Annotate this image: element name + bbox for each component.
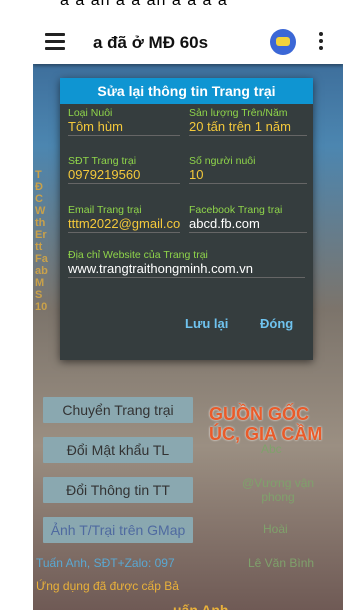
field-label: Số người nuôi (189, 155, 256, 167)
change-farm-info-button[interactable]: Đổi Thông tin TT (43, 477, 193, 503)
ticker-text: Tuấn Anh, SĐT+Zalo: 097 (36, 556, 175, 570)
email-field[interactable]: Email Trang trại tttm2022@gmail.com (68, 204, 180, 233)
more-options-icon[interactable] (317, 32, 325, 54)
facebook-field[interactable]: Facebook Trang trại abcd.fb.com (189, 204, 307, 233)
website-field[interactable]: Địa chỉ Website của Trang trại www.trang… (68, 249, 305, 278)
yield-field[interactable]: Sản lượng Trên/Năm 20 tấn trên 1 năm (189, 107, 307, 136)
field-label: SĐT Trang trại (68, 155, 137, 167)
yield-input[interactable]: 20 tấn trên 1 năm (189, 119, 307, 136)
dialog-title: Sửa lại thông tin Trang trại (60, 78, 313, 104)
facebook-input[interactable]: abcd.fb.com (189, 216, 307, 233)
banner-text: GUỒN GỐC ÚC, GIA CẦM (209, 404, 323, 444)
farm-type-input[interactable]: Tôm hùm (68, 119, 180, 136)
field-label: Email Trang trại (68, 204, 142, 216)
app-bar: a đã ở MĐ 60s (33, 22, 343, 64)
workers-input[interactable]: 10 (189, 167, 307, 184)
workers-field[interactable]: Số người nuôi 10 (189, 155, 307, 184)
phone-input[interactable]: 0979219560 (68, 167, 180, 184)
background-left-text: TĐ CW th Er tt Fa ab M S 10 (35, 169, 48, 313)
field-label: Loại Nuôi (68, 107, 113, 119)
save-button[interactable]: Lưu lại (185, 316, 228, 331)
switch-farm-button[interactable]: Chuyển Trang trại (43, 397, 193, 423)
farm-type-field[interactable]: Loại Nuôi Tôm hùm (68, 107, 180, 136)
cropped-top-bar: a a an a a an a a a a (0, 0, 357, 10)
edit-farm-dialog: Sửa lại thông tin Trang trại Loại Nuôi T… (60, 78, 313, 360)
website-input[interactable]: www.trangtraithongminh.com.vn (68, 261, 305, 278)
right-item: Hoài (263, 522, 288, 536)
chat-icon[interactable] (270, 29, 296, 55)
ticker-text: Ứng dụng đã được cấp Bả (36, 579, 179, 593)
phone-field[interactable]: SĐT Trang trại 0979219560 (68, 155, 180, 184)
field-label: Sản lượng Trên/Năm (189, 107, 288, 119)
right-item: @Vương vận phong (241, 476, 315, 504)
right-item: Lê Văn Bình (248, 556, 315, 570)
farm-map-photo-button[interactable]: Ảnh T/Trại trên GMap (43, 517, 193, 543)
email-input[interactable]: tttm2022@gmail.com (68, 216, 180, 233)
menu-icon[interactable] (45, 33, 65, 51)
change-password-button[interactable]: Đổi Mật khẩu TL (43, 437, 193, 463)
phone-screen: a đã ở MĐ 60s TĐ CW th Er tt Fa ab M S 10 GU… (33, 22, 343, 610)
right-item: Abc (261, 442, 282, 456)
app-title: a đã ở MĐ 60s (93, 33, 209, 52)
close-button[interactable]: Đóng (260, 316, 293, 331)
bottom-text: uấn Anh (173, 602, 229, 610)
field-label: Facebook Trang trại (189, 204, 283, 216)
field-label: Địa chỉ Website của Trang trại (68, 249, 208, 261)
